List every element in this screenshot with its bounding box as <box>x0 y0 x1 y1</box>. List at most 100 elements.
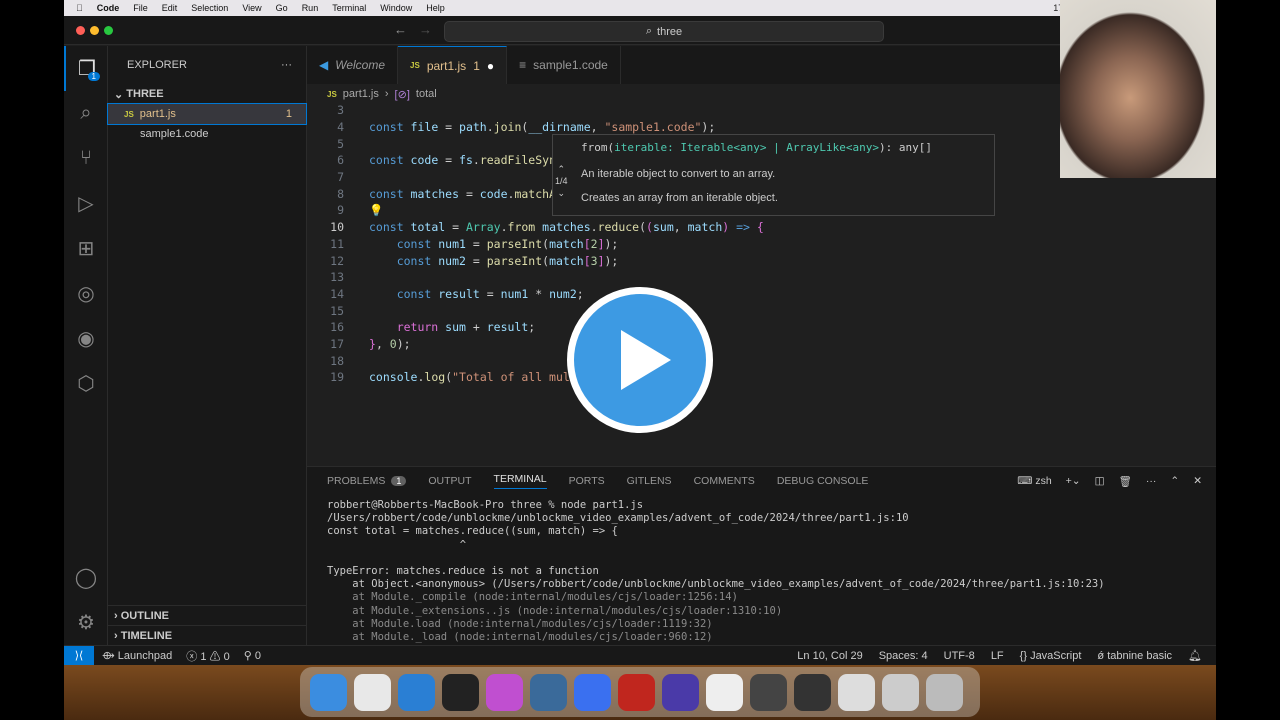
menu-go[interactable]: Go <box>276 3 288 13</box>
file-part1-js[interactable]: JS part1.js 1 <box>107 103 307 125</box>
menu-file[interactable]: File <box>133 3 148 13</box>
menu-run[interactable]: Run <box>302 3 319 13</box>
ports-status[interactable]: ⚲ 0 <box>244 649 261 662</box>
code-line[interactable]: 16 return sum + result; <box>307 319 1216 336</box>
dock-app-flower[interactable] <box>486 673 523 711</box>
chevron-up-icon[interactable]: ⌃ <box>555 163 568 175</box>
new-terminal-plus-icon[interactable]: +⌄ <box>1066 475 1081 488</box>
dock-app-trash[interactable] <box>926 673 963 711</box>
code-token: const <box>369 253 439 268</box>
folder-three[interactable]: ⌄ THREE <box>108 84 306 104</box>
line-ending[interactable]: LF <box>991 650 1004 662</box>
extensions-icon[interactable]: ⊞ <box>64 226 108 271</box>
menu-help[interactable]: Help <box>426 3 445 13</box>
dock-app-textedit[interactable] <box>706 673 743 711</box>
tab-label: sample1.code <box>533 58 608 72</box>
code-line[interactable]: 17}, 0); <box>307 336 1216 353</box>
command-center-search[interactable]: ⌕ three <box>444 21 884 42</box>
file-sample1-code[interactable]: sample1.code <box>108 124 306 144</box>
back-arrow-icon[interactable]: ← <box>394 22 407 37</box>
tab-comments[interactable]: COMMENTS <box>694 475 755 487</box>
code-line[interactable]: 15 <box>307 302 1216 319</box>
code-line[interactable]: 13 <box>307 269 1216 286</box>
minimize-window-button[interactable] <box>90 26 99 35</box>
tab-welcome[interactable]: ◀ Welcome <box>307 46 399 84</box>
terminal-output[interactable]: robbert@Robberts-MacBook-Pro three % nod… <box>307 495 1216 644</box>
dock-app-chrome[interactable] <box>354 673 391 711</box>
remote-explorer-icon[interactable]: ◉ <box>64 316 108 361</box>
menu-selection[interactable]: Selection <box>191 3 228 13</box>
menu-edit[interactable]: Edit <box>162 3 178 13</box>
gitlens-icon[interactable]: ◎ <box>64 271 108 316</box>
dock-app-preview[interactable] <box>882 673 919 711</box>
dock-app-document[interactable] <box>838 673 875 711</box>
close-panel-icon[interactable]: ✕ <box>1193 475 1202 488</box>
code-line[interactable]: 19 console. log("Total of all mul <box>307 369 1216 386</box>
menu-window[interactable]: Window <box>380 3 412 13</box>
language-mode[interactable]: {} JavaScript <box>1020 650 1082 662</box>
dock-app-obs[interactable] <box>794 673 831 711</box>
search-icon[interactable]: ⌕ <box>64 91 108 136</box>
menu-terminal[interactable]: Terminal <box>332 3 366 13</box>
menu-view[interactable]: View <box>242 3 261 13</box>
dock-app-mysql-workbench[interactable] <box>530 673 567 711</box>
menu-app[interactable]: Code <box>97 3 120 13</box>
indentation[interactable]: Spaces: 4 <box>879 650 928 662</box>
modified-dot-icon[interactable]: ● <box>487 59 494 73</box>
outline-section[interactable]: › OUTLINE <box>108 605 306 625</box>
tab-terminal[interactable]: TERMINAL <box>493 473 547 489</box>
close-window-button[interactable] <box>76 26 85 35</box>
chevron-down-icon[interactable]: ⌄ <box>555 187 568 199</box>
breadcrumb-file[interactable]: part1.js <box>343 88 379 100</box>
code-token: ( <box>445 370 453 385</box>
explorer-icon[interactable]: ❐ 1 <box>64 46 108 91</box>
more-actions-icon[interactable]: ··· <box>281 59 292 71</box>
more-actions-icon[interactable]: ··· <box>1146 475 1157 488</box>
tab-output[interactable]: OUTPUT <box>428 475 471 487</box>
terminal-line: at Module._load (node:internal/modules/c… <box>327 630 713 643</box>
dock-app-terminal[interactable] <box>442 673 479 711</box>
tab-gitlens[interactable]: GITLENS <box>627 475 672 487</box>
video-play-button[interactable] <box>567 287 713 433</box>
line-number: 18 <box>330 353 344 368</box>
timeline-section[interactable]: › TIMELINE <box>108 625 306 645</box>
tab-debug-console[interactable]: DEBUG CONSOLE <box>777 475 869 487</box>
encoding[interactable]: UTF-8 <box>944 650 975 662</box>
launchpad-item[interactable]: ⟴ Launchpad <box>102 649 172 662</box>
dock-app-vs-code[interactable] <box>398 673 435 711</box>
code-line[interactable]: 10 const total = Array. from matches. reduc… <box>307 219 1216 236</box>
tab-ports[interactable]: PORTS <box>569 475 605 487</box>
maximize-panel-chevron-up-icon[interactable]: ⌃ <box>1170 475 1179 488</box>
split-terminal-icon[interactable]: ◫ <box>1095 475 1105 488</box>
code-line[interactable]: 12 const num2 = parseInt(match[3]); <box>307 252 1216 269</box>
dock-app-filezilla[interactable] <box>618 673 655 711</box>
source-control-icon[interactable]: ⑂ <box>64 136 108 181</box>
terminal-shell-selector[interactable]: ⌨ zsh <box>1017 475 1051 488</box>
run-debug-icon[interactable]: ▷ <box>64 181 108 226</box>
code-line[interactable]: 18 <box>307 352 1216 369</box>
kill-terminal-trash-icon[interactable]: 🗑 <box>1119 475 1132 488</box>
dock-app-eclipse[interactable] <box>662 673 699 711</box>
code-line[interactable]: 11 const num1 = parseInt(match[2]); <box>307 236 1216 253</box>
forward-arrow-icon[interactable]: → <box>419 22 432 37</box>
cursor-position[interactable]: Ln 10, Col 29 <box>797 650 862 662</box>
maximize-window-button[interactable] <box>104 26 113 35</box>
notifications-bell-icon[interactable]: 🔔︎ <box>1188 649 1202 662</box>
lightbulb-icon[interactable]: 💡 <box>369 203 383 217</box>
tabnine-status[interactable]: ǿ tabnine basic <box>1097 650 1172 662</box>
dock-app-arc[interactable] <box>574 673 611 711</box>
account-icon[interactable]: ◯ <box>64 555 108 600</box>
code-line[interactable]: 14 const result = num1 * num2; <box>307 286 1216 303</box>
dock-app-finder[interactable] <box>310 673 347 711</box>
tab-problems[interactable]: PROBLEMS 1 <box>327 475 407 487</box>
codegpt-icon[interactable]: ⬡ <box>64 361 108 406</box>
breadcrumb-symbol[interactable]: total <box>416 88 437 100</box>
problems-status[interactable]: ⓧ 1 ⚠ 0 <box>186 648 229 664</box>
tab-part1-js[interactable]: JS part1.js 1 ● <box>398 46 508 84</box>
apple-icon[interactable]:  <box>76 3 83 13</box>
dock-app-utility[interactable] <box>750 673 787 711</box>
function-doc: Creates an array from an iterable object… <box>581 192 778 204</box>
settings-gear-icon[interactable]: ⚙ <box>64 600 108 645</box>
tab-sample1-code[interactable]: ≡ sample1.code <box>507 46 621 84</box>
remote-indicator-icon[interactable]: ⟩⟨ <box>64 645 94 666</box>
